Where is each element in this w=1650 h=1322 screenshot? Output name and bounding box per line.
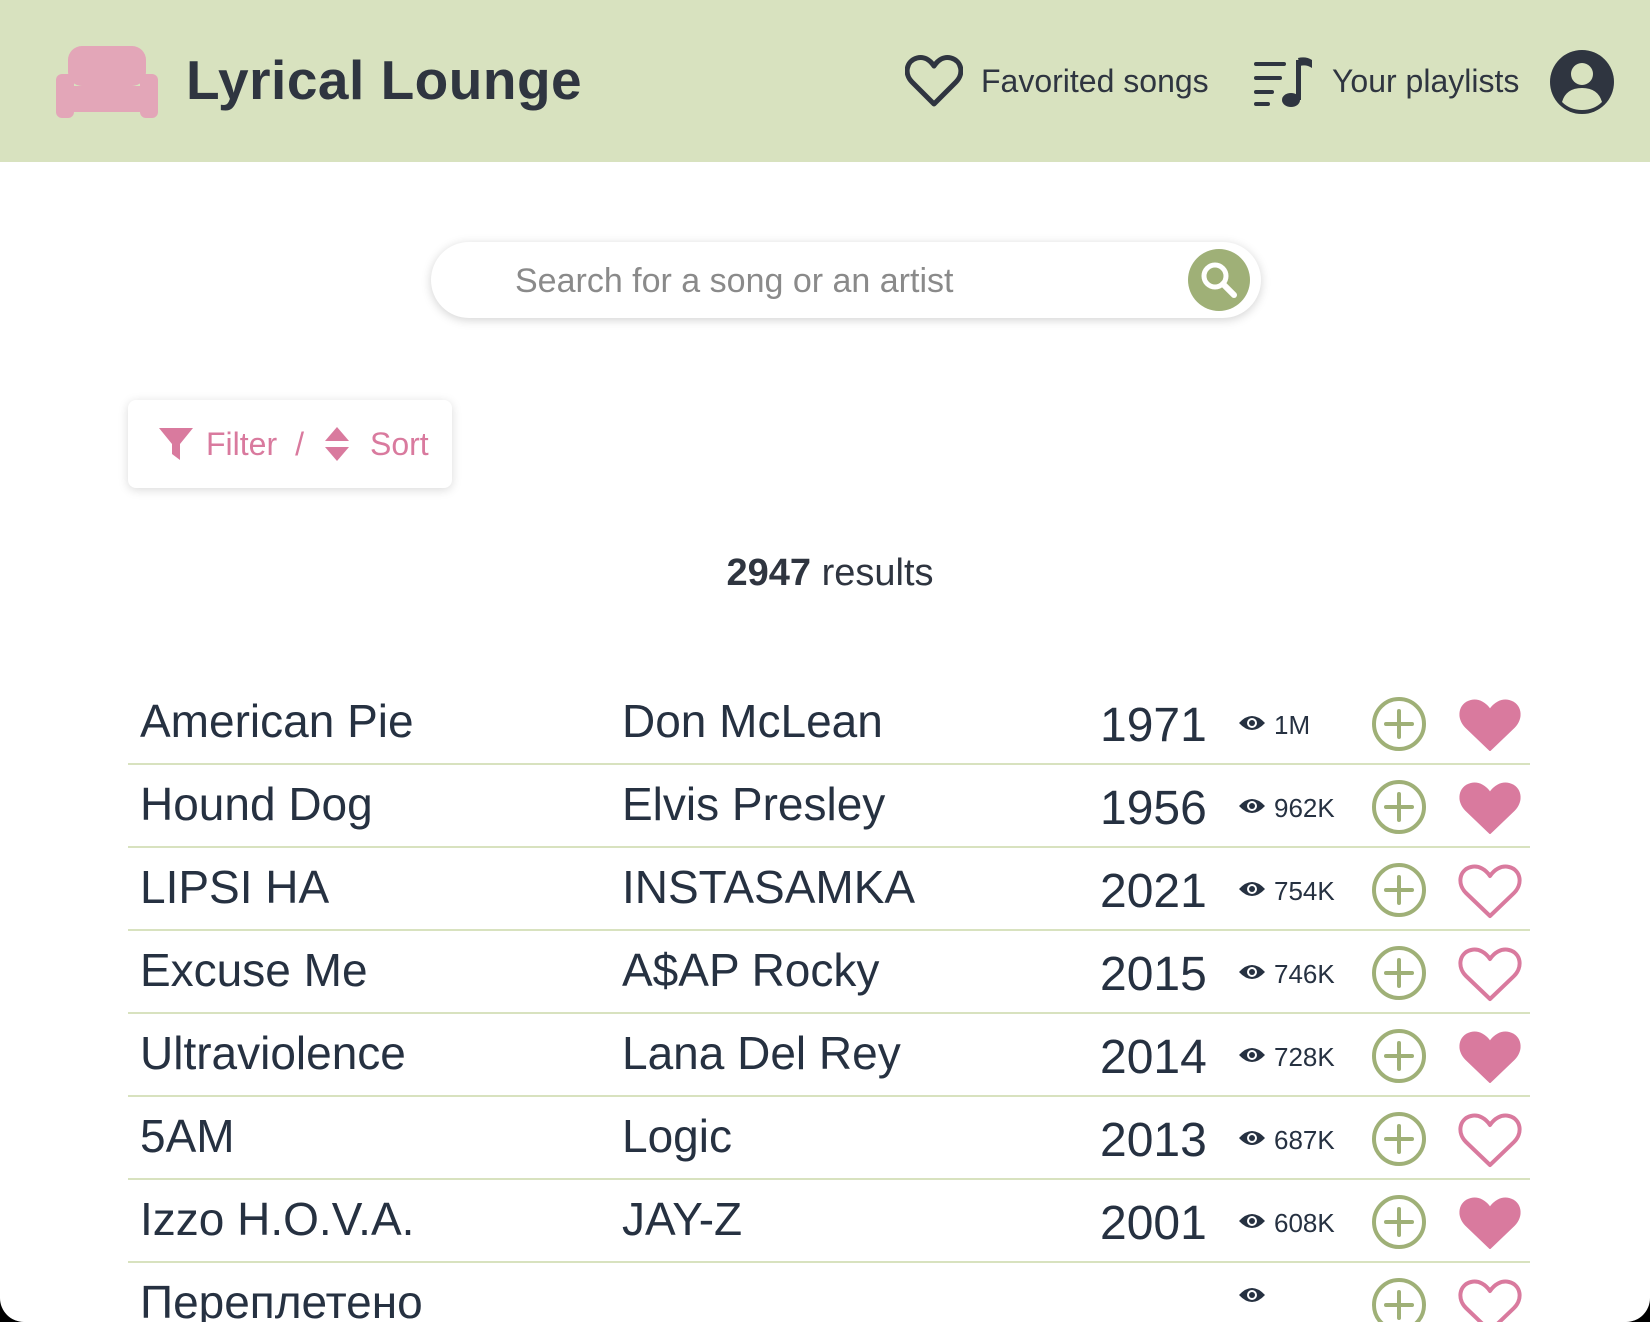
filter-label: Filter <box>206 425 278 462</box>
eye-icon <box>1239 1047 1265 1062</box>
heart-filled-icon[interactable] <box>1458 1194 1522 1252</box>
song-year: 2013 <box>1100 1114 1207 1167</box>
filter-sort-button[interactable]: Filter / Sort <box>128 400 452 488</box>
song-title[interactable]: Переплетено <box>140 1275 423 1322</box>
search-icon <box>1201 262 1237 298</box>
song-title[interactable]: American Pie <box>140 694 414 748</box>
add-to-playlist-button[interactable] <box>1371 945 1427 1001</box>
song-views: 962K <box>1238 793 1335 824</box>
add-to-playlist-button[interactable] <box>1371 1111 1427 1167</box>
song-artist[interactable]: INSTASAMKA <box>622 860 915 914</box>
results-count: 2947 results <box>0 552 1650 595</box>
song-year: 1956 <box>1100 782 1207 835</box>
song-views: 687K <box>1238 1125 1335 1156</box>
song-artist[interactable]: A$AP Rocky <box>622 943 879 997</box>
song-row[interactable]: Hound Dog Elvis Presley 1956 962K <box>128 765 1530 848</box>
song-row[interactable]: LIPSI HA INSTASAMKA 2021 754K <box>128 848 1530 931</box>
song-title[interactable]: Hound Dog <box>140 777 373 831</box>
eye-icon <box>1239 964 1265 979</box>
song-views: 746K <box>1238 959 1335 990</box>
nav-your-playlists-label: Your playlists <box>1332 62 1520 99</box>
nav-favorited-songs-label: Favorited songs <box>981 62 1209 99</box>
song-title[interactable]: LIPSI HA <box>140 860 329 914</box>
results-label: results <box>821 552 934 594</box>
search-button[interactable] <box>1188 249 1250 311</box>
song-views: 608K <box>1238 1208 1335 1239</box>
search-bar <box>431 242 1261 318</box>
add-to-playlist-button[interactable] <box>1371 1277 1427 1322</box>
song-artist[interactable]: JAY-Z <box>622 1192 742 1246</box>
song-row[interactable]: Izzo H.O.V.A. JAY-Z 2001 608K <box>128 1180 1530 1263</box>
song-row[interactable]: Ultraviolence Lana Del Rey 2014 728K <box>128 1014 1530 1097</box>
song-views: 754K <box>1238 876 1335 907</box>
page: Lyrical Lounge Favorited songs Your play… <box>0 0 1650 1322</box>
song-year: 1971 <box>1100 699 1207 752</box>
couch-icon[interactable] <box>56 46 158 118</box>
heart-outline-icon[interactable] <box>1458 945 1522 1003</box>
add-to-playlist-button[interactable] <box>1371 862 1427 918</box>
heart-outline-icon <box>905 55 963 107</box>
song-title[interactable]: Ultraviolence <box>140 1026 406 1080</box>
eye-icon <box>1239 1130 1265 1145</box>
song-views-value: 962K <box>1274 793 1335 823</box>
song-year: 2021 <box>1100 865 1207 918</box>
song-year: 2014 <box>1100 1031 1207 1084</box>
heart-outline-icon[interactable] <box>1458 862 1522 920</box>
song-row[interactable]: Excuse Me A$AP Rocky 2015 746K <box>128 931 1530 1014</box>
song-list: American Pie Don McLean 1971 1M Hound Do… <box>128 682 1530 1322</box>
heart-outline-icon[interactable] <box>1458 1277 1522 1322</box>
heart-filled-icon[interactable] <box>1458 696 1522 754</box>
song-views-value: 687K <box>1274 1125 1335 1155</box>
song-views: 1M <box>1238 710 1310 741</box>
eye-icon <box>1239 1213 1265 1228</box>
song-row[interactable]: American Pie Don McLean 1971 1M <box>128 682 1530 765</box>
add-to-playlist-button[interactable] <box>1371 696 1427 752</box>
song-year: 2015 <box>1100 948 1207 1001</box>
app-title[interactable]: Lyrical Lounge <box>186 48 582 112</box>
song-title[interactable]: Izzo H.O.V.A. <box>140 1192 414 1246</box>
song-views-value: 1M <box>1274 710 1311 740</box>
heart-outline-icon[interactable] <box>1458 1111 1522 1169</box>
song-views-value: 746K <box>1274 959 1335 989</box>
song-views <box>1238 1288 1274 1305</box>
song-artist[interactable]: Don McLean <box>622 694 883 748</box>
add-to-playlist-button[interactable] <box>1371 1194 1427 1250</box>
results-number: 2947 <box>726 552 812 594</box>
song-artist[interactable]: Lana Del Rey <box>622 1026 901 1080</box>
user-avatar-icon[interactable] <box>1550 50 1614 114</box>
eye-icon <box>1239 715 1265 730</box>
nav-favorited-songs[interactable]: Favorited songs <box>905 54 1209 108</box>
song-views-value: 754K <box>1274 876 1335 906</box>
filter-sort-separator: / <box>295 425 304 462</box>
song-views-value: 608K <box>1274 1208 1335 1238</box>
song-row[interactable]: 5AM Logic 2013 687K <box>128 1097 1530 1180</box>
heart-filled-icon[interactable] <box>1458 1028 1522 1086</box>
song-row[interactable]: Переплетено <box>128 1263 1530 1322</box>
eye-icon <box>1239 881 1265 896</box>
add-to-playlist-button[interactable] <box>1371 1028 1427 1084</box>
song-title[interactable]: 5AM <box>140 1109 235 1163</box>
filter-icon <box>159 428 193 460</box>
search-input[interactable] <box>513 256 1137 306</box>
heart-filled-icon[interactable] <box>1458 779 1522 837</box>
song-year: 2001 <box>1100 1197 1207 1250</box>
eye-icon <box>1239 798 1265 813</box>
sort-label: Sort <box>370 425 429 462</box>
song-title[interactable]: Excuse Me <box>140 943 368 997</box>
top-nav-bar: Lyrical Lounge Favorited songs Your play… <box>0 0 1650 162</box>
song-views: 728K <box>1238 1042 1335 1073</box>
add-to-playlist-button[interactable] <box>1371 779 1427 835</box>
nav-your-playlists[interactable]: Your playlists <box>1254 54 1519 108</box>
song-artist[interactable]: Elvis Presley <box>622 777 885 831</box>
song-artist[interactable]: Logic <box>622 1109 732 1163</box>
eye-icon <box>1239 1288 1265 1302</box>
playlist-icon <box>1254 57 1312 107</box>
sort-icon <box>325 427 349 461</box>
song-views-value: 728K <box>1274 1042 1335 1072</box>
